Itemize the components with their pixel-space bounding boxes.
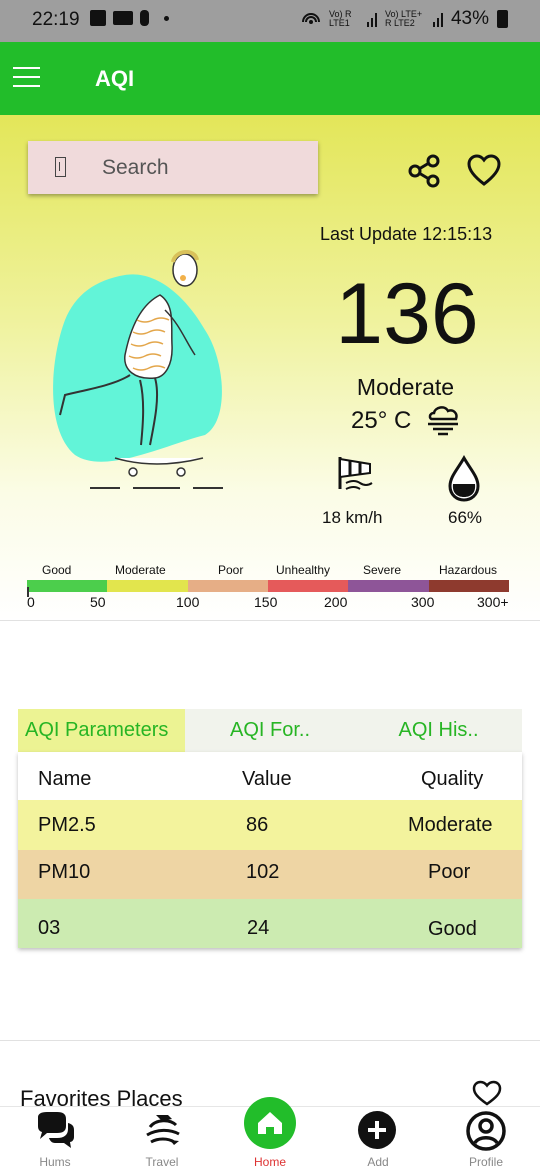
last-update: Last Update 12:15:13 — [320, 224, 493, 244]
scale-label-moderate: Moderate — [115, 563, 166, 577]
scale-segment-severe — [348, 580, 429, 592]
aqi-scale-numbers: 0 50 100 150 200 300 300+ — [27, 594, 517, 610]
nav-hums[interactable]: Hums — [15, 1107, 95, 1170]
nav-label: Home — [253, 1155, 286, 1169]
table-row[interactable]: PM2.5 86 Moderate — [18, 800, 522, 850]
table-header: Name Value Quality — [18, 752, 522, 800]
section-divider — [0, 620, 540, 621]
section-divider — [0, 1040, 540, 1041]
nav-label: Profile — [468, 1155, 503, 1169]
parameters-table: Name Value Quality PM2.5 86 Moderate PM1… — [18, 752, 522, 948]
row-name: PM2.5 — [38, 814, 96, 836]
scale-label-poor: Poor — [218, 563, 244, 577]
status-indicators: Vo) R LTE1 Vo) LTE+ R LTE2 43% — [301, 8, 508, 30]
home-button-circle — [244, 1097, 296, 1149]
keyhole-icon — [140, 10, 149, 26]
nav-label: Hums — [39, 1155, 71, 1169]
scale-label-unhealthy: Unhealthy — [276, 563, 331, 577]
plus-icon — [368, 1121, 386, 1139]
app-bar: AQI — [0, 42, 540, 115]
heart-icon[interactable] — [466, 153, 502, 189]
scale-label-good: Good — [42, 563, 72, 577]
bottom-nav: Hums Travel Home Add Profile — [0, 1097, 540, 1170]
search-box[interactable] — [28, 141, 318, 194]
notification-icons — [90, 10, 169, 26]
tab-aqi-history[interactable]: AQI His.. — [355, 709, 522, 752]
scale-num-50: 50 — [90, 594, 106, 610]
app-title: AQI — [95, 66, 135, 91]
aqi-scale-labels: Good Moderate Poor Unhealthy Severe Haza… — [27, 563, 511, 577]
table-row[interactable]: PM10 102 Poor — [18, 850, 522, 899]
profile-icon — [466, 1111, 506, 1151]
scale-num-200: 200 — [324, 594, 348, 610]
home-icon — [258, 1112, 282, 1134]
row-name: PM10 — [38, 861, 91, 883]
aqi-tabs: AQI Parameters AQI For.. AQI His.. — [18, 709, 522, 752]
row-quality: Moderate — [408, 814, 493, 836]
wind-speed: 18 km/h — [322, 508, 383, 527]
scale-num-300: 300 — [411, 594, 435, 610]
cloud-wind-icon — [428, 406, 458, 436]
scale-label-hazardous: Hazardous — [439, 563, 498, 577]
header-quality: Quality — [421, 768, 484, 790]
status-bar: 22:19 Vo) R LTE1 Vo) LTE+ R LTE2 43% — [0, 0, 540, 42]
network-1: Vo) R LTE1 — [328, 9, 352, 28]
scale-segment-moderate — [107, 580, 188, 592]
scale-segment-good — [27, 580, 108, 592]
nav-label: Add — [367, 1155, 389, 1169]
scale-segment-hazardous — [428, 580, 509, 592]
aqi-hero: Last Update 12:15:13 136 Moderate 25° C … — [0, 115, 540, 620]
nav-travel[interactable]: Travel — [122, 1107, 202, 1170]
scale-segment-poor — [187, 580, 268, 592]
row-name: 03 — [38, 917, 61, 939]
header-value: Value — [242, 768, 292, 790]
status-time: 22:19 — [32, 9, 80, 30]
row-quality: Good — [428, 918, 477, 940]
scale-segment-unhealthy — [267, 580, 349, 592]
hamburger-icon[interactable] — [13, 67, 40, 87]
network-2: Vo) LTE+ R LTE2 — [384, 9, 423, 28]
scale-num-100: 100 — [176, 594, 200, 610]
row-value: 86 — [246, 814, 269, 836]
water-drop-icon — [448, 455, 480, 502]
table-row[interactable]: 03 24 Good — [18, 899, 522, 948]
scale-num-0: 0 — [27, 594, 35, 610]
signal-1-icon — [366, 13, 377, 27]
temperature: 25° C — [351, 407, 412, 434]
windsock-icon — [338, 457, 373, 490]
humidity: 66% — [448, 508, 483, 527]
battery-icon — [497, 10, 508, 28]
header-name: Name — [38, 768, 92, 790]
more-notifications-dot — [164, 15, 169, 21]
nav-add[interactable]: Add — [338, 1107, 418, 1170]
nav-profile[interactable]: Profile — [446, 1107, 526, 1170]
row-value: 102 — [246, 861, 280, 883]
row-value: 24 — [247, 917, 270, 939]
globe-plane-icon — [146, 1115, 180, 1145]
nav-label: Travel — [145, 1155, 179, 1169]
scale-num-150: 150 — [254, 594, 278, 610]
tab-aqi-forecast[interactable]: AQI For.. — [185, 709, 355, 752]
search-input[interactable] — [102, 153, 302, 183]
aqi-scale-bar — [27, 580, 509, 592]
share-icon[interactable] — [406, 153, 442, 189]
search-icon — [55, 157, 66, 177]
nav-home[interactable]: Home — [230, 1097, 310, 1170]
scale-num-300-plus: 300+ — [477, 594, 509, 610]
scale-label-severe: Severe — [363, 563, 402, 577]
add-icon — [358, 1111, 396, 1149]
chat-bubbles-icon — [38, 1112, 74, 1148]
aqi-value: 136 — [335, 266, 479, 362]
battery-percent: 43% — [450, 8, 489, 29]
signal-2-icon — [432, 13, 443, 27]
row-quality: Poor — [428, 861, 471, 883]
gallery-icon — [90, 10, 106, 26]
favorites-heart-icon[interactable] — [472, 1080, 502, 1106]
aqi-category: Moderate — [356, 374, 455, 400]
tab-aqi-parameters[interactable]: AQI Parameters — [18, 709, 185, 752]
skateboarder-illustration — [53, 250, 223, 489]
app-notification-icon — [113, 11, 133, 25]
hotspot-icon — [301, 13, 320, 24]
